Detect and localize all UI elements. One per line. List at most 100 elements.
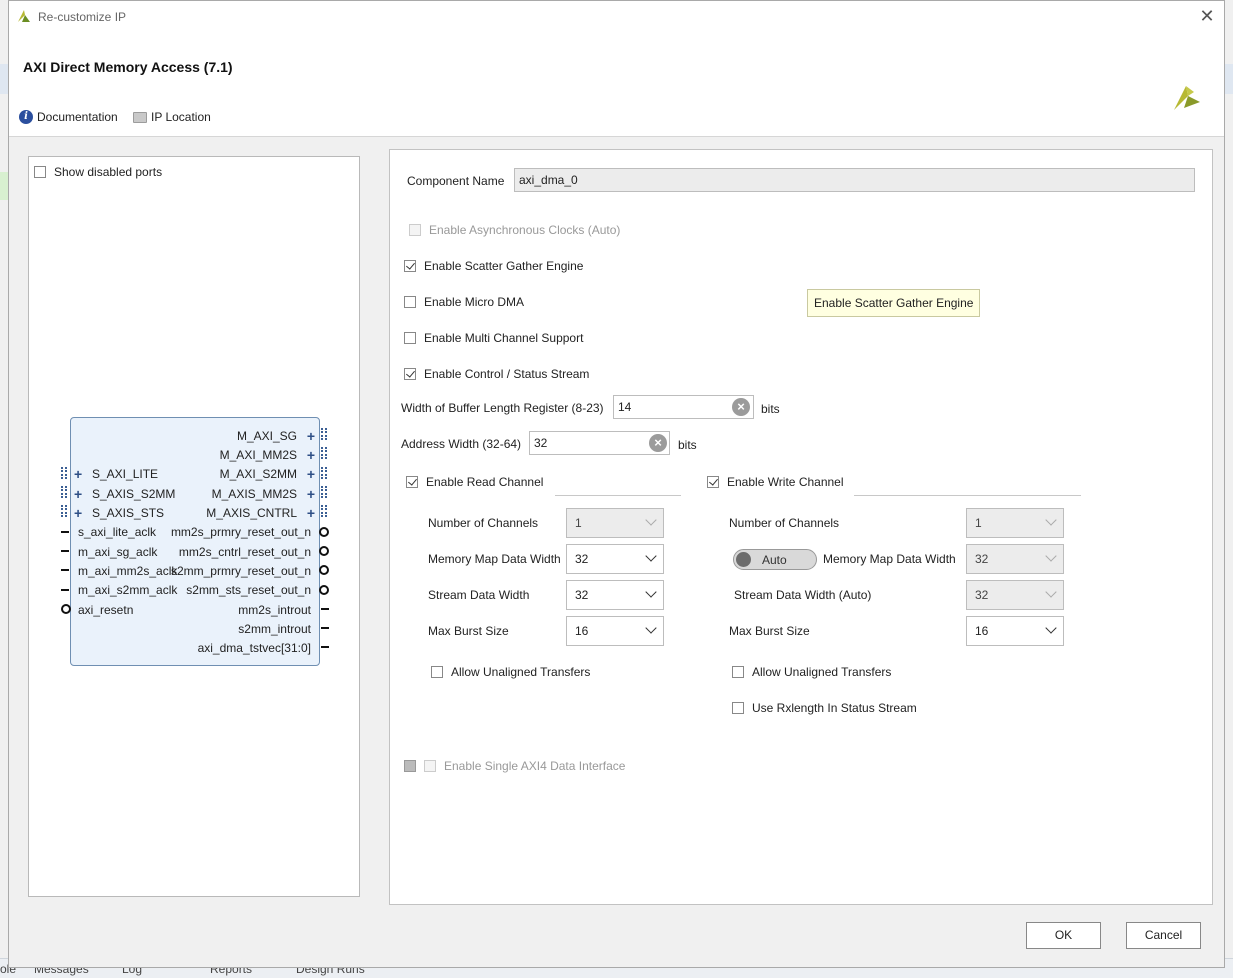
ip-symbol-block: M_AXI_SG + M_AXI_MM2S + M_AXI_S2MM + M_A… xyxy=(70,417,320,666)
write-unaligned-checkbox[interactable] xyxy=(732,666,744,678)
single-axi4-checkbox xyxy=(424,760,436,772)
enable-multi-channel-row[interactable]: Enable Multi Channel Support xyxy=(404,331,583,345)
expand-plus-icon[interactable]: + xyxy=(307,448,315,462)
clear-icon[interactable]: × xyxy=(732,398,750,416)
buffer-length-unit: bits xyxy=(761,402,780,416)
ok-button[interactable]: OK xyxy=(1026,922,1101,949)
signal-pin xyxy=(321,646,329,648)
component-name-label: Component Name xyxy=(407,174,505,188)
enable-read-channel-checkbox[interactable] xyxy=(406,476,418,488)
enable-control-status-label: Enable Control / Status Stream xyxy=(424,367,590,381)
signal-pin xyxy=(321,608,329,610)
write-mm-data-width-select: 32 xyxy=(966,544,1064,574)
write-stream-data-width-value: 32 xyxy=(975,588,989,602)
show-disabled-ports-checkbox[interactable] xyxy=(34,166,46,178)
expand-plus-icon[interactable]: + xyxy=(74,467,82,481)
read-max-burst-value: 16 xyxy=(575,624,589,638)
expand-plus-icon[interactable]: + xyxy=(307,467,315,481)
expand-plus-icon[interactable]: + xyxy=(307,429,315,443)
enable-multi-channel-checkbox[interactable] xyxy=(404,332,416,344)
read-unaligned-checkbox[interactable] xyxy=(431,666,443,678)
dialog-title: Re-customize IP xyxy=(38,10,127,24)
enable-read-channel-label: Enable Read Channel xyxy=(426,475,544,489)
write-unaligned-row[interactable]: Allow Unaligned Transfers xyxy=(732,665,891,679)
close-icon[interactable]: ✕ xyxy=(1198,6,1216,26)
enable-micro-dma-row[interactable]: Enable Micro DMA xyxy=(404,295,524,309)
documentation-link[interactable]: i Documentation xyxy=(19,110,118,124)
enable-scatter-gather-checkbox[interactable] xyxy=(404,260,416,272)
write-num-channels-label: Number of Channels xyxy=(729,516,840,530)
chevron-down-icon xyxy=(1045,550,1057,562)
active-low-pin xyxy=(319,585,329,595)
rxlength-row[interactable]: Use Rxlength In Status Stream xyxy=(732,701,917,715)
enable-async-clocks-checkbox xyxy=(409,224,421,236)
show-disabled-ports-row[interactable]: Show disabled ports xyxy=(34,165,162,179)
enable-async-clocks-label: Enable Asynchronous Clocks (Auto) xyxy=(429,223,621,237)
expand-plus-icon[interactable]: + xyxy=(307,487,315,501)
read-num-channels-label: Number of Channels xyxy=(428,516,539,530)
write-num-channels-select: 1 xyxy=(966,508,1064,538)
port-s2mm-sts-reset-out-n: s2mm_sts_reset_out_n xyxy=(186,583,311,597)
port-m-axi-sg-aclk: m_axi_sg_aclk xyxy=(78,545,158,559)
read-mm-data-width-select[interactable]: 32 xyxy=(566,544,664,574)
port-m-axi-sg: M_AXI_SG xyxy=(236,429,297,443)
write-num-channels-value: 1 xyxy=(975,516,982,530)
enable-scatter-gather-row[interactable]: Enable Scatter Gather Engine xyxy=(404,259,583,273)
port-s-axis-sts: S_AXIS_STS xyxy=(92,506,165,520)
expand-plus-icon[interactable]: + xyxy=(74,506,82,520)
port-m-axis-cntrl: M_AXIS_CNTRL xyxy=(206,506,297,520)
enable-write-channel-checkbox[interactable] xyxy=(707,476,719,488)
read-max-burst-select[interactable]: 16 xyxy=(566,616,664,646)
enable-multi-channel-label: Enable Multi Channel Support xyxy=(424,331,584,345)
port-s-axi-lite-aclk: s_axi_lite_aclk xyxy=(78,525,157,539)
info-icon: i xyxy=(19,110,33,124)
enable-control-status-checkbox[interactable] xyxy=(404,368,416,380)
ip-location-link[interactable]: IP Location xyxy=(133,110,211,124)
signal-pin xyxy=(61,550,69,552)
clear-icon[interactable]: × xyxy=(649,434,667,452)
enable-control-status-row[interactable]: Enable Control / Status Stream xyxy=(404,367,589,381)
expand-plus-icon[interactable]: + xyxy=(74,487,82,501)
read-mm-data-width-value: 32 xyxy=(575,552,589,566)
signal-pin xyxy=(321,627,329,629)
active-low-pin xyxy=(319,527,329,537)
enable-micro-dma-checkbox[interactable] xyxy=(404,296,416,308)
enable-read-channel-row[interactable]: Enable Read Channel xyxy=(406,475,543,489)
port-s2mm-prmry-reset-out-n: s2mm_prmry_reset_out_n xyxy=(170,564,311,578)
port-s2mm-introut: s2mm_introut xyxy=(238,622,311,636)
port-m-axi-s2mm: M_AXI_S2MM xyxy=(219,467,297,481)
expand-plus-icon[interactable]: + xyxy=(307,506,315,520)
background-strip xyxy=(0,64,8,94)
read-stream-data-width-select[interactable]: 32 xyxy=(566,580,664,610)
read-channel-separator xyxy=(555,495,681,496)
folder-icon xyxy=(133,111,147,123)
port-axi-dma-tstvec: axi_dma_tstvec[31:0] xyxy=(197,641,311,655)
ip-location-label: IP Location xyxy=(151,110,211,124)
signal-pin xyxy=(61,589,69,591)
write-stream-data-width-label: Stream Data Width (Auto) xyxy=(734,588,872,602)
rxlength-checkbox[interactable] xyxy=(732,702,744,714)
port-s-axis-s2mm: S_AXIS_S2MM xyxy=(92,487,176,501)
title-bar: Re-customize IP ✕ xyxy=(9,1,1224,32)
component-name-field[interactable]: axi_dma_0 xyxy=(514,168,1195,192)
show-disabled-ports-label: Show disabled ports xyxy=(54,165,163,179)
signal-pin xyxy=(61,569,69,571)
port-mm2s-prmry-reset-out-n: mm2s_prmry_reset_out_n xyxy=(170,525,311,539)
port-axi-resetn: axi_resetn xyxy=(78,603,134,617)
enable-scatter-gather-label: Enable Scatter Gather Engine xyxy=(424,259,584,273)
enable-write-channel-row[interactable]: Enable Write Channel xyxy=(707,475,844,489)
write-stream-data-width-select: 32 xyxy=(966,580,1064,610)
write-max-burst-select[interactable]: 16 xyxy=(966,616,1064,646)
cancel-button[interactable]: Cancel xyxy=(1126,922,1201,949)
chevron-down-icon xyxy=(1045,586,1057,598)
auto-toggle[interactable]: Auto xyxy=(733,549,817,570)
dialog-header: AXI Direct Memory Access (7.1) i Documen… xyxy=(9,32,1224,137)
symbol-panel: Show disabled ports M_AXI_SG + M_AXI_MM2… xyxy=(28,156,360,897)
xilinx-logo-icon xyxy=(1174,86,1200,110)
address-width-label: Address Width (32-64) xyxy=(401,437,522,451)
single-axi4-label: Enable Single AXI4 Data Interface xyxy=(444,759,626,773)
write-channel-separator xyxy=(854,495,1081,496)
active-low-pin xyxy=(319,546,329,556)
chevron-down-icon xyxy=(1045,514,1057,526)
read-unaligned-row[interactable]: Allow Unaligned Transfers xyxy=(431,665,590,679)
